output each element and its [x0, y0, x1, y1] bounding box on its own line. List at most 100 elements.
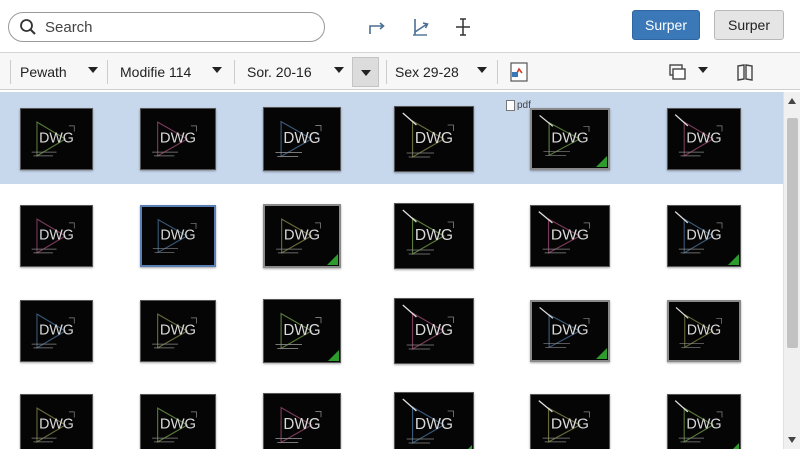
search-box[interactable] [8, 12, 325, 42]
thumbnail-label: DWG [551, 323, 588, 339]
dwg-thumbnail[interactable]: DWG [530, 300, 610, 362]
dwg-thumbnail[interactable]: DWG [20, 205, 93, 267]
chevron-down-icon [698, 67, 708, 73]
drawing-preview-icon: DWG [152, 313, 197, 349]
drawing-preview-icon: DWG [538, 400, 590, 443]
divider [497, 60, 498, 84]
thumbnail-label: DWG [283, 130, 320, 147]
drawing-preview-icon: DWG [152, 121, 197, 157]
dropdown-sort[interactable]: Sor. 20-16 [247, 59, 344, 85]
dwg-thumbnail[interactable]: DWG [20, 394, 93, 449]
thumbnail-label: DWG [415, 322, 453, 339]
thumbnail-label: DWG [160, 323, 196, 339]
branch-arrow-icon[interactable] [408, 14, 434, 40]
scroll-down-arrow-icon[interactable] [788, 437, 796, 443]
thumbnail-label: DWG [415, 227, 453, 244]
drawing-preview-icon: DWG [674, 114, 723, 157]
thumbnail-label: DWG [160, 228, 195, 244]
drawing-preview-icon: DWG [275, 120, 322, 158]
drawing-preview-icon: DWG [402, 112, 454, 159]
dwg-thumbnail[interactable]: DWG [394, 106, 474, 172]
dwg-thumbnail[interactable]: DWG [140, 394, 216, 449]
divider [107, 60, 108, 84]
view-mode-dropdown[interactable] [694, 59, 708, 85]
file-icon [506, 100, 515, 111]
primary-button[interactable]: Surper [632, 10, 700, 40]
chevron-down-icon [361, 70, 371, 76]
secondary-button[interactable]: Surper [714, 10, 784, 40]
drawing-preview-icon: DWG [674, 400, 723, 443]
thumbnail-grid: DWG DWG DWG DWG DWG DWG DWG DWG DWG DWG DWG DWG DWG D… [0, 92, 783, 449]
vertical-scrollbar[interactable] [783, 92, 800, 449]
chevron-down-icon [88, 67, 98, 73]
redirect-arrow-icon[interactable] [364, 14, 390, 40]
dwg-thumbnail[interactable]: DWG [667, 108, 741, 170]
dwg-thumbnail[interactable]: DWG [530, 394, 610, 449]
chevron-down-icon [212, 67, 222, 73]
dropdown-label: Sor. 20-16 [247, 64, 312, 80]
book-icon[interactable] [732, 59, 758, 85]
drawing-preview-icon: DWG [31, 218, 75, 254]
dwg-thumbnail[interactable]: DWG [263, 107, 341, 171]
dwg-thumbnail[interactable]: DWG [140, 300, 216, 362]
top-bar: Surper Surper [0, 0, 800, 52]
drawing-preview-icon: DWG [402, 304, 454, 351]
dwg-thumbnail[interactable]: DWG [394, 203, 474, 269]
dropdown-label: Modifie 114 [120, 64, 192, 80]
thumbnail-label: DWG [160, 131, 196, 147]
dropdown-modified[interactable]: Modifie 114 [120, 59, 222, 85]
dropdown-label: Pewath [20, 64, 67, 80]
dwg-thumbnail[interactable]: DWG [140, 205, 216, 267]
thumbnail-row: DWG DWG DWG DWG DWG DWG [0, 379, 783, 449]
dwg-thumbnail[interactable]: DWG [530, 205, 610, 267]
thumbnail-label: DWG [686, 417, 721, 433]
drawing-preview-icon: DWG [538, 211, 590, 254]
dwg-thumbnail[interactable]: DWG [20, 108, 93, 170]
dwg-thumbnail[interactable]: DWG [530, 108, 610, 170]
thumbnail-row: DWG DWG DWG DWG DWG DWG [0, 92, 783, 184]
search-icon [20, 19, 36, 35]
drawing-preview-icon: DWG [402, 398, 454, 445]
divider [386, 60, 387, 84]
dwg-thumbnail[interactable]: DWG [263, 204, 341, 268]
drawing-preview-icon: DWG [402, 209, 454, 256]
dwg-thumbnail[interactable]: DWG [394, 298, 474, 364]
thumbnail-label: DWG [551, 131, 588, 147]
scroll-thumb[interactable] [787, 118, 798, 348]
dwg-thumbnail[interactable]: DWG [263, 393, 341, 449]
sort-order-toggle[interactable] [352, 57, 379, 87]
thumbnail-label: DWG [551, 227, 589, 244]
dropdown-path[interactable]: Pewath [20, 59, 98, 85]
thumbnail-label: DWG [160, 417, 196, 433]
drawing-preview-icon: DWG [152, 218, 197, 254]
hierarchy-icon[interactable] [450, 14, 476, 40]
dwg-thumbnail[interactable]: DWG [263, 299, 341, 363]
drawing-preview-icon: DWG [275, 406, 322, 444]
drawing-preview-icon: DWG [675, 306, 722, 349]
filter-toolbar: Pewath Modifie 114 Sor. 20-16 Sex 29-28 [0, 52, 800, 90]
status-badge-icon [728, 254, 739, 265]
divider [234, 60, 235, 84]
thumbnail-label: DWG [39, 130, 74, 146]
dropdown-size[interactable]: Sex 29-28 [395, 59, 487, 85]
dwg-thumbnail[interactable]: DWG [20, 300, 93, 362]
search-input[interactable] [45, 18, 295, 36]
dwg-thumbnail[interactable]: DWG [667, 394, 741, 449]
divider [10, 60, 11, 84]
thumbnail-label: DWG [283, 322, 320, 339]
drawing-preview-icon: DWG [31, 313, 75, 349]
dwg-thumbnail[interactable]: DWG [667, 300, 741, 362]
export-pdf-icon[interactable] [506, 59, 532, 85]
status-badge-icon [596, 156, 607, 167]
thumbnail-row: DWG DWG DWG DWG DWG DWG [0, 285, 783, 377]
status-badge-icon [328, 350, 339, 361]
dwg-thumbnail[interactable]: DWG [140, 108, 216, 170]
status-badge-icon [728, 443, 739, 449]
view-mode-icon[interactable] [664, 59, 690, 85]
scroll-up-arrow-icon[interactable] [788, 98, 796, 104]
status-badge-icon [596, 348, 607, 359]
dwg-thumbnail[interactable]: DWG [394, 392, 474, 449]
thumbnail-label: DWG [551, 416, 589, 433]
dwg-thumbnail[interactable]: DWG [667, 205, 741, 267]
thumbnail-label: DWG [39, 227, 74, 243]
